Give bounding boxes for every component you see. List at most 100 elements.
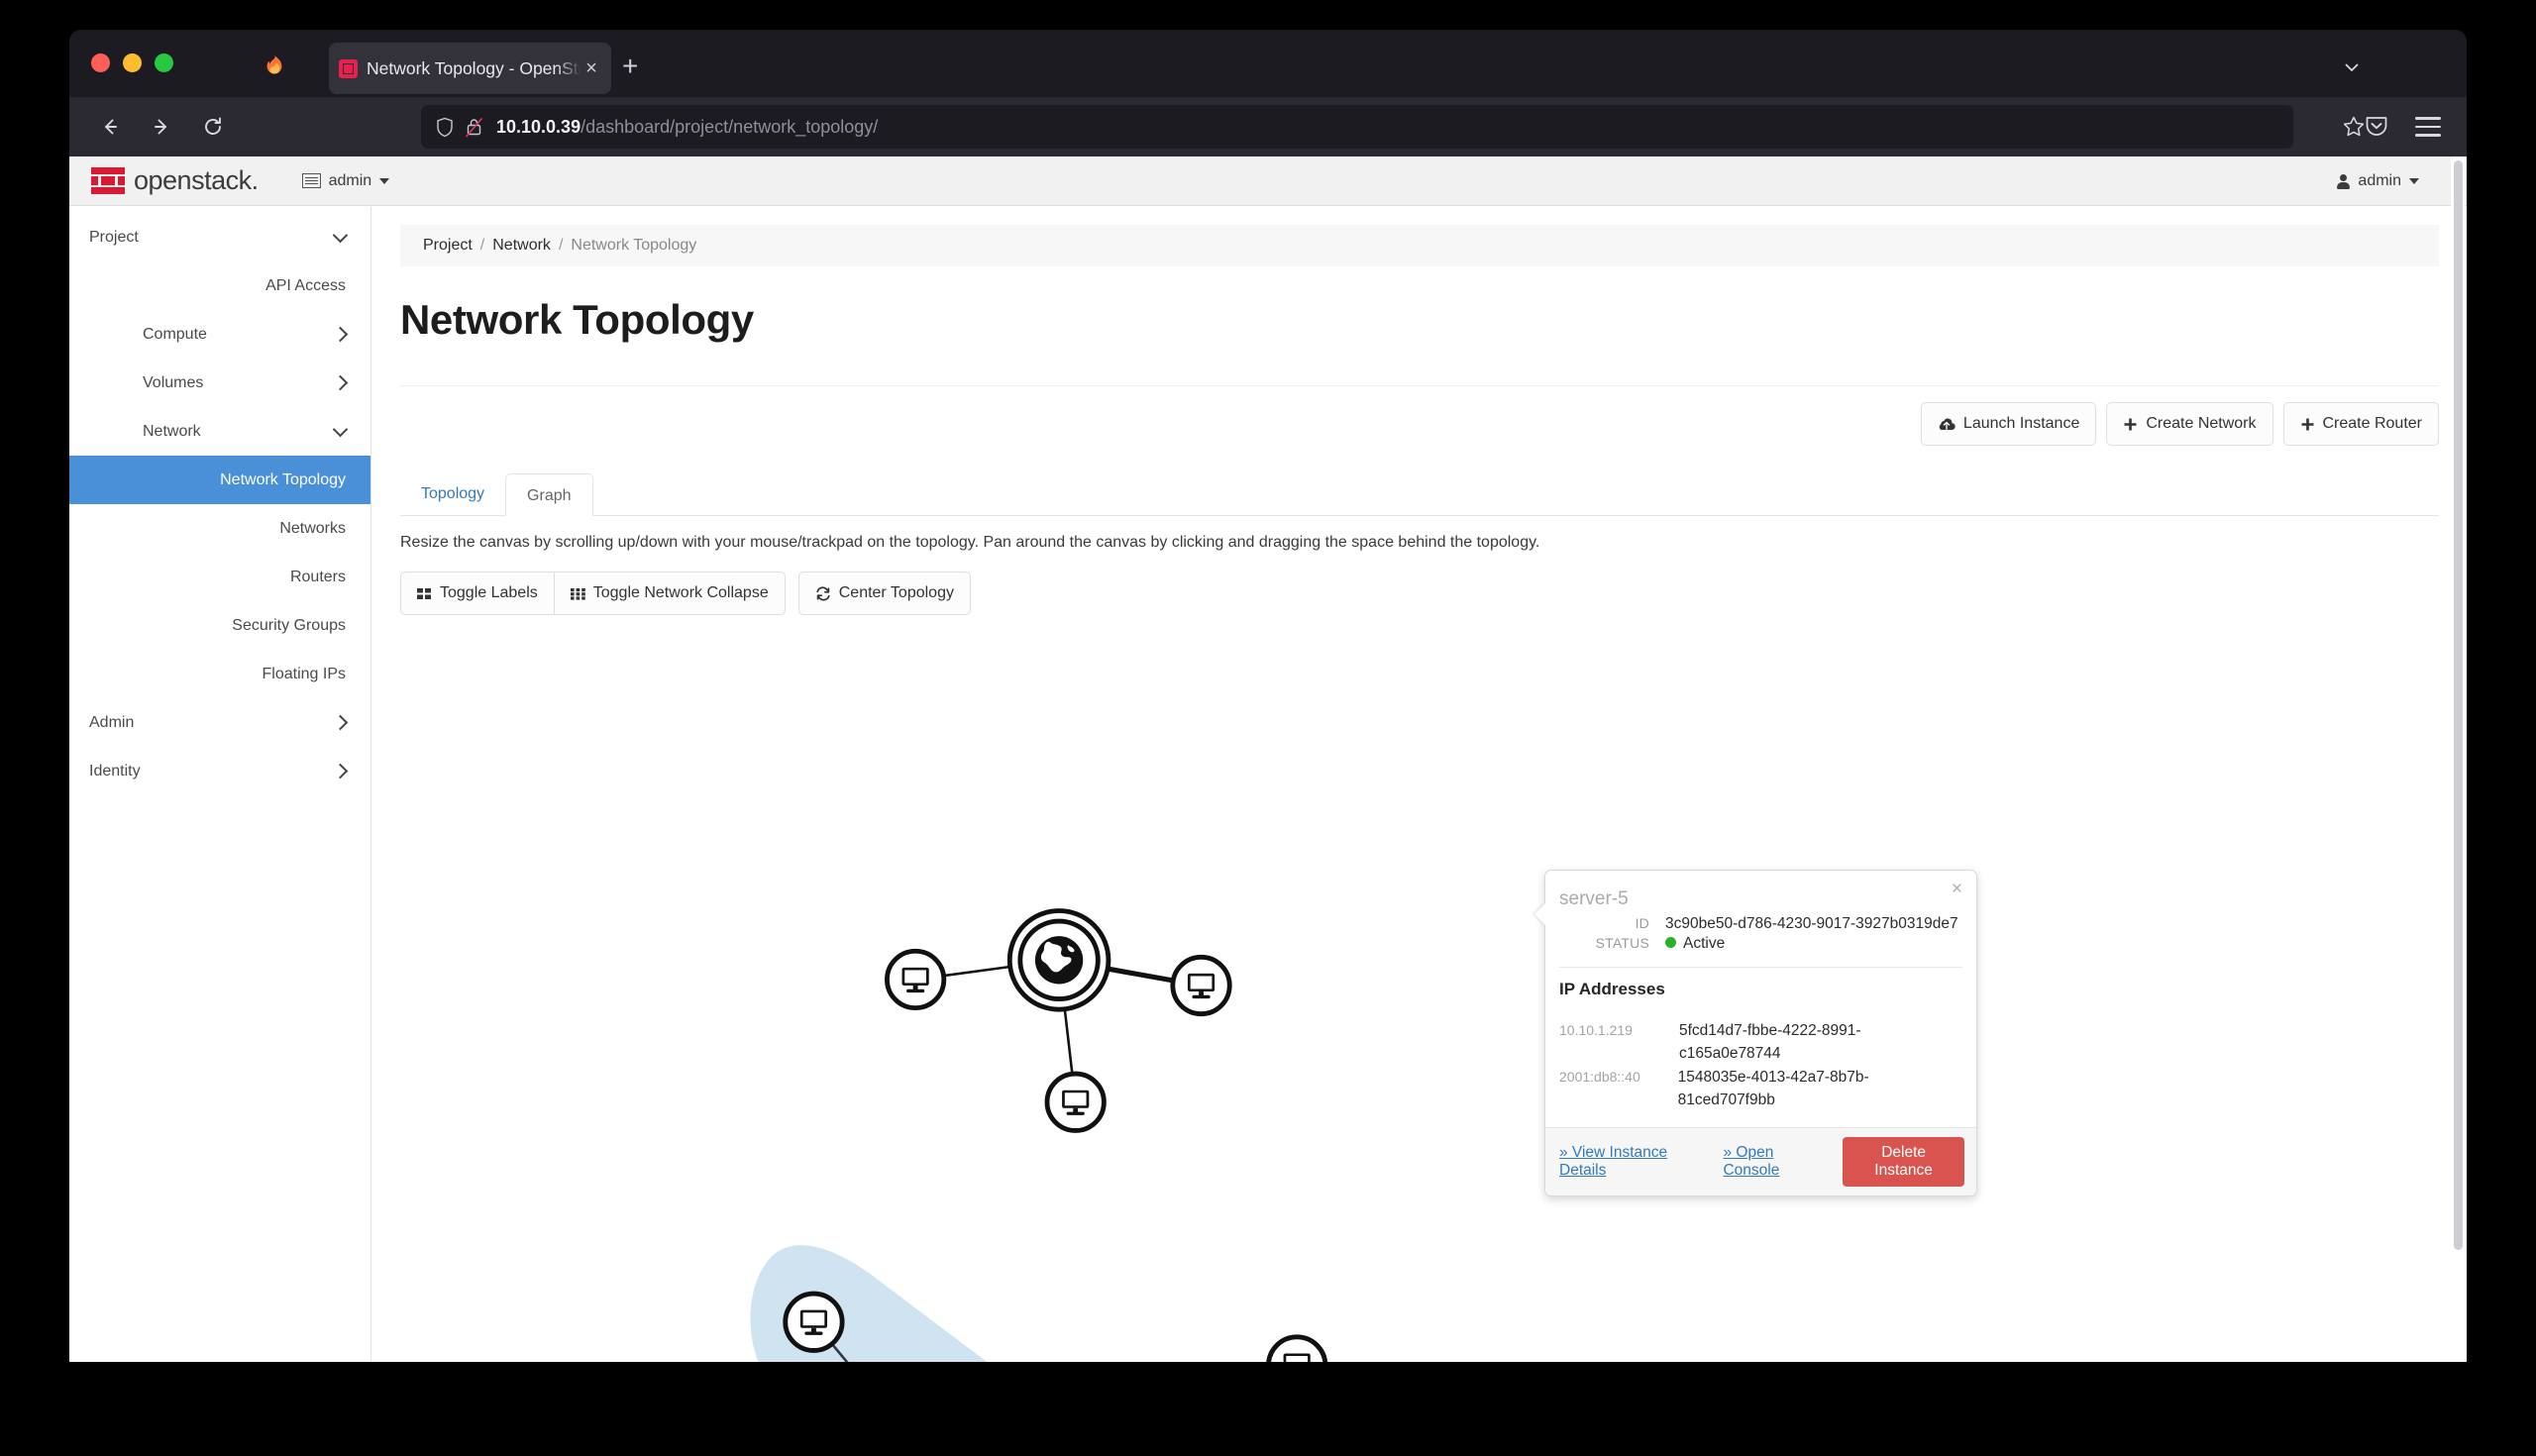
popup-ip-address: 2001:db8::40 [1559,1068,1640,1085]
browser-navigation-bar: 10.10.0.39/dashboard/project/network_top… [69,97,2467,156]
create-router-button[interactable]: Create Router [2282,402,2439,446]
sidebar-item-volumes[interactable]: Volumes [69,359,370,407]
view-instance-details-link[interactable]: » View Instance Details [1559,1144,1705,1180]
firefox-logo-icon [264,53,285,75]
close-popup-button[interactable]: × [1952,880,1962,898]
topology-svg[interactable] [372,762,2467,1362]
topology-node-router[interactable] [1006,908,1111,1012]
popup-footer: » View Instance Details » Open Console D… [1545,1127,1976,1196]
create-network-label: Create Network [2146,415,2257,432]
topology-node-instance[interactable] [1170,954,1232,1017]
chevron-right-icon [332,763,349,780]
chevron-down-icon [332,421,349,438]
list-all-tabs-chevron-down-icon[interactable] [2342,57,2362,77]
chevron-down-icon [2409,178,2419,184]
help-text: Resize the canvas by scrolling up/down w… [400,534,1540,551]
popup-field-value: Active [1665,935,1725,953]
tab-topology[interactable]: Topology [400,472,505,515]
sidebar-item-compute[interactable]: Compute [69,310,370,359]
popup-pointer-notch [1534,903,1545,925]
back-button[interactable] [91,108,129,146]
close-window-button[interactable] [91,53,110,72]
status-badge: Active [1683,935,1726,952]
pocket-save-icon[interactable] [2364,113,2389,139]
sidebar-item-label: Compute [143,325,207,343]
topology-toolbar: Toggle Labels Toggle Network Collapse Ce… [400,572,2439,615]
refresh-icon [815,585,831,601]
url-bar[interactable]: 10.10.0.39/dashboard/project/network_top… [421,105,2293,149]
chevron-right-icon [332,326,349,343]
project-switcher-label: admin [328,171,372,189]
application-menu-hamburger-icon[interactable] [2415,117,2441,137]
new-tab-button[interactable]: + [622,52,638,80]
sidebar-item-routers[interactable]: Routers [69,553,370,601]
maximize-window-button[interactable] [155,53,173,72]
breadcrumb-separator: / [558,237,564,254]
launch-instance-button[interactable]: Launch Instance [1920,402,2097,446]
toggle-labels-button[interactable]: Toggle Labels [400,572,555,615]
browser-tab[interactable]: Network Topology - OpenStack Dashboard × [329,43,611,94]
sidebar-item-label: Identity [89,762,141,780]
sidebar-item-network-topology[interactable]: Network Topology [69,456,370,504]
sidebar-item-project[interactable]: Project [69,213,370,261]
status-indicator-dot [1665,937,1676,948]
popup-ip-row: 10.10.1.219 5fcd14d7-fbbe-4222-8991-c165… [1545,1019,1962,1066]
popup-field-key: STATUS [1595,935,1649,951]
breadcrumb-current: Network Topology [571,237,697,254]
network-topology-canvas[interactable] [372,762,2467,1362]
topology-node-instance[interactable] [1266,1334,1328,1362]
project-switcher-dropdown[interactable]: admin [301,171,390,190]
sidebar-item-label: Security Groups [232,616,346,634]
close-tab-button[interactable]: × [581,58,601,78]
chevron-down-icon [379,177,390,184]
popup-field-status: STATUS Active [1545,934,1976,954]
sidebar-item-security-groups[interactable]: Security Groups [69,601,370,650]
toggle-network-collapse-button[interactable]: Toggle Network Collapse [553,572,786,615]
minimize-window-button[interactable] [123,53,142,72]
sidebar-item-floating-ips[interactable]: Floating IPs [69,650,370,698]
title-divider [400,385,2439,386]
tab-graph[interactable]: Graph [505,473,593,516]
delete-instance-button[interactable]: Delete Instance [1843,1137,1964,1187]
sidebar-navigation: Project API Access Compute Volumes Netwo… [69,207,371,1362]
breadcrumb-project[interactable]: Project [423,237,473,255]
topology-node-instance[interactable] [885,948,947,1011]
user-menu-dropdown[interactable]: admin [2336,156,2419,206]
breadcrumb-separator: / [479,237,485,254]
browser-tabstrip: Network Topology - OpenStack Dashboard ×… [69,30,2467,97]
project-tile-icon [301,173,321,188]
forward-button[interactable] [143,108,180,146]
grid-3x3-icon [570,587,585,600]
open-console-link[interactable]: » Open Console [1723,1144,1825,1180]
sidebar-item-admin[interactable]: Admin [69,698,370,747]
topology-node-instance[interactable] [783,1291,845,1353]
popup-ip-address: 10.10.1.219 [1559,1022,1633,1038]
sidebar-item-network[interactable]: Network [69,407,370,456]
popup-ip-addresses-heading: IP Addresses [1559,980,1665,998]
chevron-down-icon [332,227,349,244]
sidebar-item-api-access[interactable]: API Access [69,261,370,310]
page-scrollbar[interactable] [2451,156,2465,1362]
sidebar-item-label: Network [143,422,201,440]
tracking-protection-shield-icon[interactable] [435,117,455,138]
url-host: 10.10.0.39 [496,116,581,137]
launch-instance-label: Launch Instance [1962,415,2080,432]
sidebar-item-label: Volumes [143,373,204,391]
sidebar-item-networks[interactable]: Networks [69,504,370,553]
sidebar-item-label: Project [89,228,139,246]
page-scrollbar-thumb[interactable] [2454,160,2463,1250]
center-topology-button[interactable]: Center Topology [797,572,971,615]
browser-window: Network Topology - OpenStack Dashboard ×… [69,30,2467,1362]
breadcrumb-network[interactable]: Network [492,237,551,255]
breadcrumb: Project / Network / Network Topology [400,225,2439,266]
chevron-right-icon [332,374,349,391]
openstack-logo[interactable]: openstack. [91,165,259,196]
plus-icon [2300,417,2315,432]
topology-node-instance[interactable] [1044,1071,1107,1133]
popup-ip-port-id: 1548035e-4013-42a7-8b7b-81ced707f9bb [1677,1068,1869,1108]
create-network-button[interactable]: Create Network [2106,402,2273,446]
insecure-connection-icon[interactable] [465,117,483,138]
sidebar-item-identity[interactable]: Identity [69,747,370,795]
instance-detail-popup[interactable]: × server-5 ID 3c90be50-d786-4230-9017-39… [1534,870,1977,1196]
reload-button[interactable] [194,108,232,146]
